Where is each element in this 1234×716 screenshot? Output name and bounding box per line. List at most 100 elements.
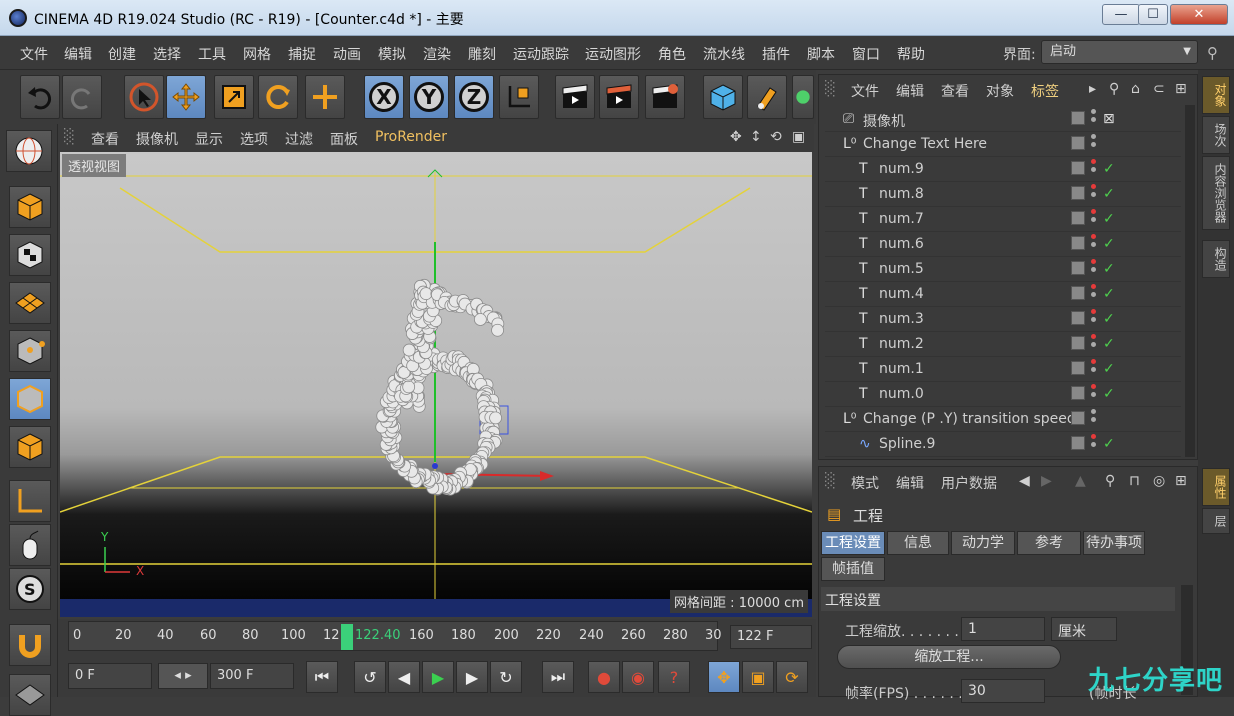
layer-tag-icon[interactable]: [1071, 311, 1085, 325]
visibility-dots[interactable]: [1091, 284, 1097, 304]
menu-edit[interactable]: 编辑: [64, 44, 92, 64]
menu-create[interactable]: 创建: [108, 44, 136, 64]
menu-tools[interactable]: 工具: [198, 44, 226, 64]
objmgr-menu-tags[interactable]: 标签: [1031, 81, 1059, 101]
model-mode-button[interactable]: [9, 186, 51, 228]
layer-tag-icon[interactable]: [1071, 386, 1085, 400]
more-tools-button[interactable]: [792, 75, 814, 119]
search-icon[interactable]: ⚲: [1207, 44, 1218, 62]
object-row[interactable]: Tnum.0 ✓: [825, 382, 1181, 407]
enabled-check-icon[interactable]: ✓: [1103, 286, 1115, 302]
link-icon[interactable]: ⊂: [1153, 81, 1165, 97]
menu-pipeline[interactable]: 流水线: [703, 44, 745, 64]
object-row[interactable]: Tnum.8 ✓: [825, 182, 1181, 207]
side-tab-takes[interactable]: 场次: [1202, 116, 1230, 154]
side-tab-content-browser[interactable]: 内容浏览器: [1202, 156, 1230, 230]
menu-mograph[interactable]: 运动图形: [585, 44, 641, 64]
enabled-check-icon[interactable]: ✓: [1103, 211, 1115, 227]
keyframe-help-icon[interactable]: ?: [658, 661, 690, 693]
texture-mode-button[interactable]: [9, 234, 51, 276]
attr-menu-userdata[interactable]: 用户数据: [941, 473, 997, 493]
enabled-check-icon[interactable]: ✓: [1103, 386, 1115, 402]
layer-tag-icon[interactable]: [1071, 361, 1085, 375]
rotate-view-icon[interactable]: ⟲: [770, 129, 782, 145]
start-frame-field[interactable]: 0 F: [68, 663, 152, 689]
render-settings-button[interactable]: [645, 75, 685, 119]
workplane-mode-button[interactable]: [9, 282, 51, 324]
search-icon[interactable]: ⚲: [1105, 473, 1115, 489]
attr-menu-mode[interactable]: 模式: [851, 473, 879, 493]
attr-menu-edit[interactable]: 编辑: [896, 473, 924, 493]
menu-select[interactable]: 选择: [153, 44, 181, 64]
magnet-button[interactable]: [9, 624, 51, 666]
visibility-dots[interactable]: [1091, 234, 1097, 254]
record-rotation-button[interactable]: ⟳: [776, 661, 808, 693]
objmgr-menu-objects[interactable]: 对象: [986, 81, 1014, 101]
project-scale-field[interactable]: 1: [961, 617, 1045, 641]
object-row[interactable]: L⁰ Change (P .Y) transition speed: [825, 407, 1181, 432]
visibility-dots[interactable]: [1091, 384, 1097, 404]
object-row[interactable]: ∿ Spline.9 ✓: [825, 432, 1181, 457]
object-row[interactable]: Tnum.2 ✓: [825, 332, 1181, 357]
recent-tool-button[interactable]: [305, 75, 345, 119]
z-axis-lock-button[interactable]: Z: [454, 75, 494, 119]
back-arrow-icon[interactable]: ◀: [1019, 473, 1030, 489]
pen-tool-button[interactable]: [747, 75, 787, 119]
search-icon[interactable]: ⚲: [1109, 81, 1119, 97]
menu-sculpt[interactable]: 雕刻: [468, 44, 496, 64]
menu-mesh[interactable]: 网格: [243, 44, 271, 64]
side-tab-objects[interactable]: 对象: [1202, 76, 1230, 114]
enabled-check-icon[interactable]: ✓: [1103, 436, 1115, 452]
enabled-check-icon[interactable]: ✓: [1103, 261, 1115, 277]
coordinate-system-button[interactable]: [499, 75, 539, 119]
live-selection-button[interactable]: [124, 75, 164, 119]
visibility-dots[interactable]: [1091, 334, 1097, 354]
close-button[interactable]: ✕: [1170, 4, 1228, 25]
snap-button[interactable]: S: [9, 568, 51, 610]
viewport-menu-cameras[interactable]: 摄像机: [136, 129, 178, 149]
object-row[interactable]: Tnum.1 ✓: [825, 357, 1181, 382]
cube-primitive-button[interactable]: [703, 75, 743, 119]
rotate-tool-button[interactable]: [258, 75, 298, 119]
viewport-menu-view[interactable]: 查看: [91, 129, 119, 149]
side-tab-layers[interactable]: 层: [1202, 508, 1230, 534]
new-window-icon[interactable]: ⊞: [1175, 81, 1187, 97]
y-axis-lock-button[interactable]: Y: [409, 75, 449, 119]
object-row[interactable]: Tnum.5 ✓: [825, 257, 1181, 282]
render-picture-viewer-button[interactable]: [599, 75, 639, 119]
enabled-check-icon[interactable]: ✓: [1103, 361, 1115, 377]
tab-info[interactable]: 信息: [887, 531, 949, 555]
end-frame-field[interactable]: 300 F: [210, 663, 294, 689]
layer-tag-icon[interactable]: [1071, 336, 1085, 350]
tweak-mode-button[interactable]: [9, 524, 51, 566]
layer-tag-icon[interactable]: [1071, 411, 1085, 425]
arrow-right-icon[interactable]: ▸: [1089, 81, 1096, 97]
menu-script[interactable]: 脚本: [807, 44, 835, 64]
object-row[interactable]: Tnum.6 ✓: [825, 232, 1181, 257]
tab-dynamics[interactable]: 动力学: [951, 531, 1015, 555]
timeline-ruler[interactable]: 0 20 40 60 80 100 12 160 180 200 220 240…: [68, 621, 722, 651]
layer-tag-icon[interactable]: [1071, 236, 1085, 250]
menu-motion-tracker[interactable]: 运动跟踪: [513, 44, 569, 64]
object-row[interactable]: Tnum.4 ✓: [825, 282, 1181, 307]
scale-tool-button[interactable]: [214, 75, 254, 119]
menu-window[interactable]: 窗口: [852, 44, 880, 64]
objmgr-menu-edit[interactable]: 编辑: [896, 81, 924, 101]
record-scale-button[interactable]: ▣: [742, 661, 774, 693]
layer-tag-icon[interactable]: [1071, 261, 1085, 275]
visibility-dots[interactable]: [1091, 309, 1097, 329]
go-to-end-button[interactable]: ⏭: [542, 661, 574, 693]
layer-tag-icon[interactable]: [1071, 186, 1085, 200]
move-tool-button[interactable]: [166, 75, 206, 119]
enabled-check-icon[interactable]: ✓: [1103, 236, 1115, 252]
menu-help[interactable]: 帮助: [897, 44, 925, 64]
unit-select[interactable]: 厘米: [1051, 617, 1117, 641]
new-window-icon[interactable]: ⊞: [1175, 473, 1187, 489]
next-frame-button[interactable]: ▶: [456, 661, 488, 693]
perspective-viewport[interactable]: Y X 透视视图 网格间距 : 10000 cm: [60, 152, 812, 617]
tab-project-settings[interactable]: 工程设置: [821, 531, 885, 555]
object-row[interactable]: Tnum.3 ✓: [825, 307, 1181, 332]
viewport-menu-panel[interactable]: 面板: [330, 129, 358, 149]
drag-handle-icon[interactable]: ░: [825, 473, 836, 489]
next-key-button[interactable]: ↻: [490, 661, 522, 693]
